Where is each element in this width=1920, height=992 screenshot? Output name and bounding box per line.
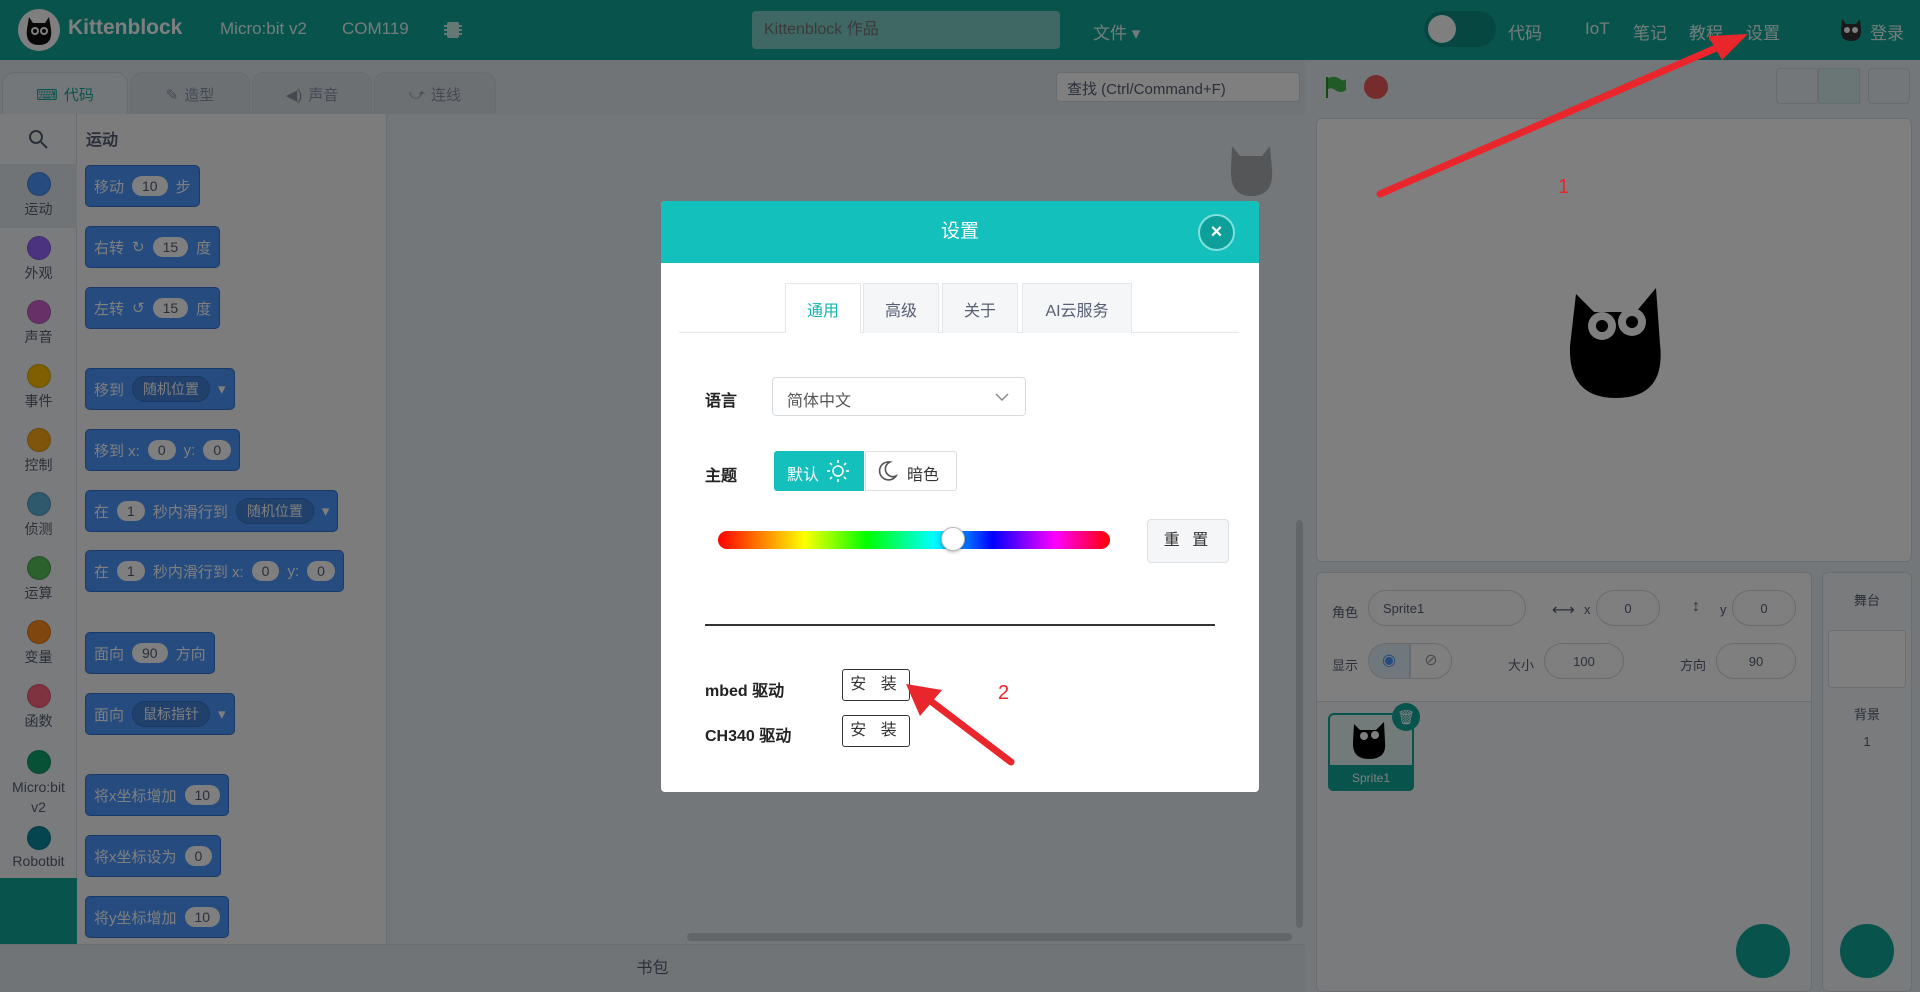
annotation-label-2: 2 [998,682,1010,704]
arrow-2-head [906,684,942,716]
annotation-arrows [906,34,1748,766]
arrow-2 [920,692,1015,766]
arrow-1 [1376,38,1734,198]
annotation-label-1: 1 [1558,176,1570,198]
